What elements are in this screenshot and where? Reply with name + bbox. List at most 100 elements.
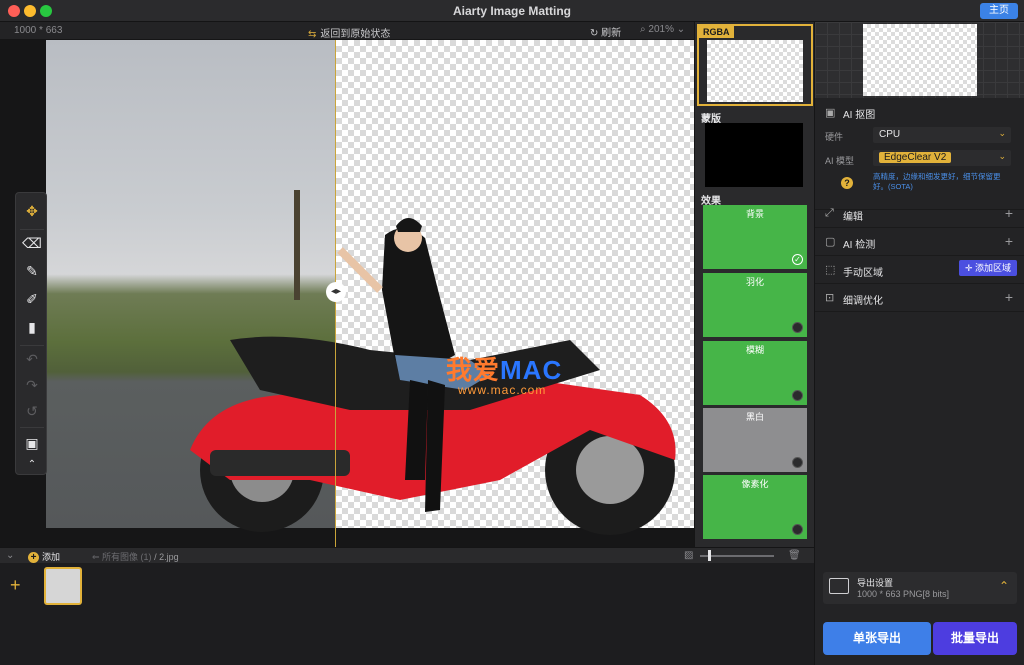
plus-icon: +	[28, 552, 39, 563]
model-value: EdgeClear V2	[879, 152, 952, 163]
effect-radio[interactable]	[792, 390, 803, 401]
eraser-icon[interactable]: ⌫	[20, 231, 44, 255]
rgba-preview[interactable]: RGBA	[697, 24, 813, 106]
edit-label: 编辑	[843, 212, 863, 223]
export-settings-icon	[829, 578, 849, 594]
ai-detect-row[interactable]: ▢ AI 检测 +	[815, 228, 1024, 256]
effect-radio[interactable]	[792, 457, 803, 468]
crumb-file: / 2.jpg	[154, 552, 179, 562]
export-settings-value: 1000 * 663 PNG[8 bits]	[857, 589, 950, 599]
chevron-up-icon[interactable]: ⌃	[999, 579, 1009, 593]
ai-matting-section: ▣ AI 抠图 硬件 CPU ⌄ AI 模型 EdgeClear V2 ⌄ ? …	[815, 98, 1024, 210]
model-select[interactable]: EdgeClear V2 ⌄	[873, 150, 1011, 166]
image-filmstrip: +	[0, 563, 814, 665]
mask-thumbnail[interactable]	[705, 123, 803, 187]
batch-export-button[interactable]: 批量导出	[933, 622, 1017, 655]
refresh-button[interactable]: ↻ 刷新	[590, 24, 621, 39]
trash-icon[interactable]: 🗑	[788, 550, 801, 561]
effect-blur[interactable]: 模糊	[703, 341, 807, 405]
zoom-control[interactable]: ⌕ 201% ⌄	[640, 24, 685, 35]
image-canvas[interactable]: ◂▸ 我爱MAC www.mac.com ✥ ⌫ ✎ ✐ ▮ ↶ ↷ ↺ ▣ ⌃	[0, 40, 694, 547]
fit-screen-icon[interactable]: ▣	[20, 431, 44, 455]
effect-name: 像素化	[741, 479, 769, 489]
model-description: 高精度，边缘和细发更好，细节保留更好。(SOTA)	[873, 172, 1001, 191]
manual-area-label: 手动区域	[843, 268, 883, 279]
paint-roller-icon[interactable]: ▮	[20, 315, 44, 339]
hardware-label: 硬件	[825, 132, 844, 142]
ai-detect-icon: ▢	[825, 236, 836, 248]
watermark-part-b: MAC	[500, 355, 563, 385]
effect-feather[interactable]: 羽化	[703, 273, 807, 337]
export-settings-label: 导出设置	[857, 578, 894, 588]
effect-radio[interactable]	[792, 322, 803, 333]
rgba-thumbnail	[707, 40, 803, 102]
manual-area-row[interactable]: ⬚ 手动区域 ✛ 添加区域	[815, 256, 1024, 284]
hardware-value: CPU	[879, 129, 901, 140]
zoom-level: 201%	[648, 24, 674, 35]
slider-knob[interactable]	[708, 550, 711, 561]
thumbnail-size-slider[interactable]	[700, 555, 774, 557]
add-area-label: 添加区域	[974, 263, 1011, 273]
refresh-label: 刷新	[601, 28, 622, 39]
restore-brush-icon[interactable]: ✐	[20, 287, 44, 311]
move-tool-icon[interactable]: ✥	[20, 199, 44, 223]
add-icon[interactable]: +	[1005, 233, 1013, 249]
effect-name: 模糊	[745, 345, 764, 355]
rgba-tag: RGBA	[699, 26, 734, 38]
undo-icon[interactable]: ↶	[20, 347, 44, 371]
add-icon[interactable]: +	[1005, 205, 1013, 221]
add-image-button[interactable]: + 添加	[28, 550, 60, 563]
chevron-down-icon: ⌄	[998, 128, 1006, 138]
compare-split-handle[interactable]: ◂▸	[326, 282, 346, 302]
effect-pixelate[interactable]: 像素化	[703, 475, 807, 539]
home-button[interactable]: 主页	[980, 3, 1018, 19]
edit-icon: ⤢	[825, 207, 834, 219]
fine-tune-row[interactable]: ⊡ 细调优化 +	[815, 284, 1024, 312]
restore-icon: ⇆	[308, 29, 317, 40]
window-title: Aiarty Image Matting	[452, 4, 572, 18]
result-thumbnail	[863, 24, 977, 96]
back-icon[interactable]: ⇐	[92, 552, 102, 562]
tool-palette: ✥ ⌫ ✎ ✐ ▮ ↶ ↷ ↺ ▣ ⌃	[15, 192, 47, 475]
crumb-all[interactable]: 所有图像 (1)	[102, 552, 152, 562]
add-icon[interactable]: +	[1005, 289, 1013, 305]
motorcycle-subject-image	[190, 218, 676, 535]
ai-matting-icon: ▣	[825, 107, 836, 119]
add-label: 添加	[42, 552, 61, 562]
hardware-select[interactable]: CPU ⌄	[873, 127, 1011, 143]
add-image-plus-icon[interactable]: +	[10, 575, 21, 596]
tool-divider	[20, 345, 44, 346]
image-thumbnail[interactable]	[44, 567, 82, 605]
title-bar: Aiarty Image Matting 主页	[0, 0, 1024, 22]
effect-name: 羽化	[745, 277, 764, 287]
collapse-icon[interactable]: ⌃	[20, 453, 44, 477]
effect-background[interactable]: 背景 ✓	[703, 205, 807, 269]
chevron-down-icon: ⌄	[998, 151, 1006, 161]
edit-row[interactable]: ⤢ 编辑 +	[815, 200, 1024, 228]
breadcrumb: ⇐ 所有图像 (1) / 2.jpg	[92, 550, 179, 563]
fine-tune-label: 细调优化	[843, 296, 883, 307]
single-export-button[interactable]: 单张导出	[823, 622, 931, 655]
settings-panel: ▣ AI 抠图 硬件 CPU ⌄ AI 模型 EdgeClear V2 ⌄ ? …	[814, 22, 1024, 665]
brush-icon[interactable]: ✎	[20, 259, 44, 283]
ai-detect-label: AI 检测	[843, 240, 876, 251]
effect-radio[interactable]	[792, 524, 803, 535]
effect-selected-check-icon[interactable]: ✓	[792, 254, 803, 265]
export-settings[interactable]: 导出设置 1000 * 663 PNG[8 bits] ⌃	[823, 572, 1017, 604]
model-label: AI 模型	[825, 156, 855, 166]
manual-area-icon: ⬚	[825, 264, 836, 276]
watermark-text: 我爱MAC	[446, 350, 562, 387]
preview-column: RGBA 蒙版 效果 背景 ✓ 羽化 模糊 黑白 像素化	[694, 22, 814, 547]
add-area-button[interactable]: ✛ 添加区域	[958, 260, 1017, 276]
effect-black-white[interactable]: 黑白	[703, 408, 807, 472]
refresh-icon: ↻	[590, 28, 602, 39]
watermark-part-a: 我爱	[446, 355, 501, 385]
restore-original-button[interactable]: ⇆ 返回到原始状态	[308, 25, 390, 40]
canvas-toolbar: 1000 * 663 ⇆ 返回到原始状态 ↻ 刷新 ⌕ 201% ⌄	[0, 22, 694, 40]
effect-name: 背景	[745, 209, 764, 219]
help-icon[interactable]: ?	[841, 177, 853, 189]
collapse-list-icon[interactable]: ⌄	[6, 550, 14, 561]
redo-icon[interactable]: ↷	[20, 373, 44, 397]
reset-icon[interactable]: ↺	[20, 399, 44, 423]
tool-divider	[20, 427, 44, 428]
